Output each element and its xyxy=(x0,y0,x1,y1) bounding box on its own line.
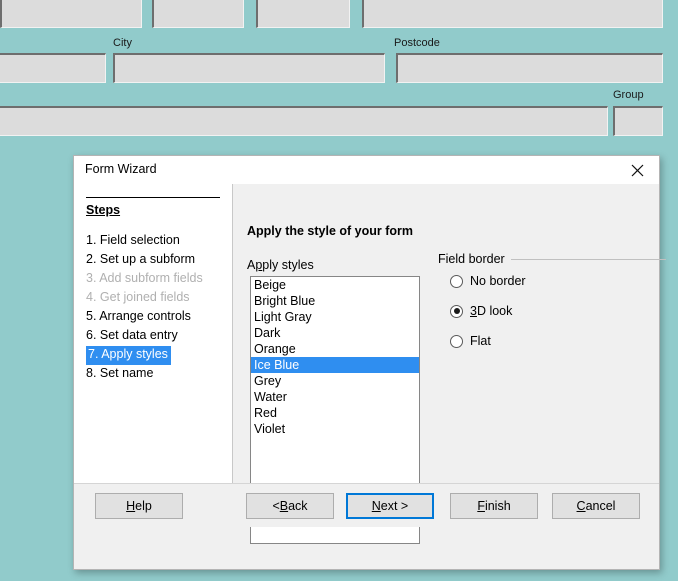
step-item-3: 3. Add subform fields xyxy=(86,271,203,285)
cancel-button[interactable]: Cancel xyxy=(552,493,640,519)
field-border-legend: Field border xyxy=(438,252,511,266)
dialog-body: Steps 1. Field selection 2. Set up a subf… xyxy=(74,184,666,544)
step-item-7[interactable]: 7. Apply styles xyxy=(86,346,171,365)
radio-mark xyxy=(450,274,463,288)
field-postcode[interactable] xyxy=(396,53,663,83)
radio-flat[interactable]: Flat xyxy=(450,334,491,348)
form-label-postcode: Postcode xyxy=(394,37,440,49)
step-item-8[interactable]: 8. Set name xyxy=(86,365,155,384)
finish-button[interactable]: Finish xyxy=(450,493,538,519)
field-city[interactable] xyxy=(113,53,385,83)
radio-mark xyxy=(450,304,463,318)
form-wizard-dialog: Form Wizard Steps 1. Field selection 2. S… xyxy=(73,155,666,570)
step-item-6[interactable]: 6. Set data entry xyxy=(86,327,180,346)
form-label-city: City xyxy=(113,37,132,49)
next-button[interactable]: Next > xyxy=(346,493,434,519)
dialog-title: Form Wizard xyxy=(85,162,157,176)
step-item-4: 4. Get joined fields xyxy=(86,290,190,304)
step-item-2[interactable]: 2. Set up a subform xyxy=(86,251,197,270)
steps-list: 1. Field selection 2. Set up a subform 3. … xyxy=(86,232,226,384)
dialog-titlebar: Form Wizard xyxy=(74,156,659,184)
style-option-bright-blue[interactable]: Bright Blue xyxy=(251,293,419,309)
top-field-3[interactable] xyxy=(256,0,350,28)
radio-mark xyxy=(450,334,463,348)
style-option-water[interactable]: Water xyxy=(251,389,419,405)
back-button[interactable]: < Back xyxy=(246,493,334,519)
steps-pane: Steps 1. Field selection 2. Set up a subf… xyxy=(74,184,233,527)
apply-styles-label: Apply styles xyxy=(247,258,314,272)
style-option-grey[interactable]: Grey xyxy=(251,373,419,389)
dialog-footer: Help < Back Next > Finish Cancel xyxy=(74,483,659,527)
top-field-1[interactable] xyxy=(0,0,142,28)
close-icon[interactable] xyxy=(615,156,659,184)
field-wide-row3[interactable] xyxy=(0,106,608,136)
style-option-orange[interactable]: Orange xyxy=(251,341,419,357)
content-pane: Apply the style of your form Apply style… xyxy=(234,184,666,544)
style-option-dark[interactable]: Dark xyxy=(251,325,419,341)
radio-no-border[interactable]: No border xyxy=(450,274,526,288)
apply-styles-label-rest: ply styles xyxy=(262,258,314,272)
radio-3d-look[interactable]: 3D look xyxy=(450,304,512,318)
radio-label: No border xyxy=(470,274,526,288)
top-field-2[interactable] xyxy=(152,0,244,28)
field-left-row2[interactable] xyxy=(0,53,106,83)
page-title: Apply the style of your form xyxy=(247,224,413,238)
style-option-light-gray[interactable]: Light Gray xyxy=(251,309,419,325)
radio-label: Flat xyxy=(470,334,491,348)
form-label-group: Group xyxy=(613,89,644,101)
style-option-violet[interactable]: Violet xyxy=(251,421,419,437)
style-option-beige[interactable]: Beige xyxy=(251,277,419,293)
style-option-red[interactable]: Red xyxy=(251,405,419,421)
steps-divider xyxy=(86,197,220,198)
top-field-4[interactable] xyxy=(362,0,663,28)
field-group[interactable] xyxy=(613,106,663,136)
radio-label: 3D look xyxy=(470,304,513,318)
step-item-5[interactable]: 5. Arrange controls xyxy=(86,308,193,327)
steps-heading: Steps xyxy=(86,203,121,217)
style-option-ice-blue[interactable]: Ice Blue xyxy=(251,357,419,373)
step-item-1[interactable]: 1. Field selection xyxy=(86,232,182,251)
help-button[interactable]: Help xyxy=(95,493,183,519)
